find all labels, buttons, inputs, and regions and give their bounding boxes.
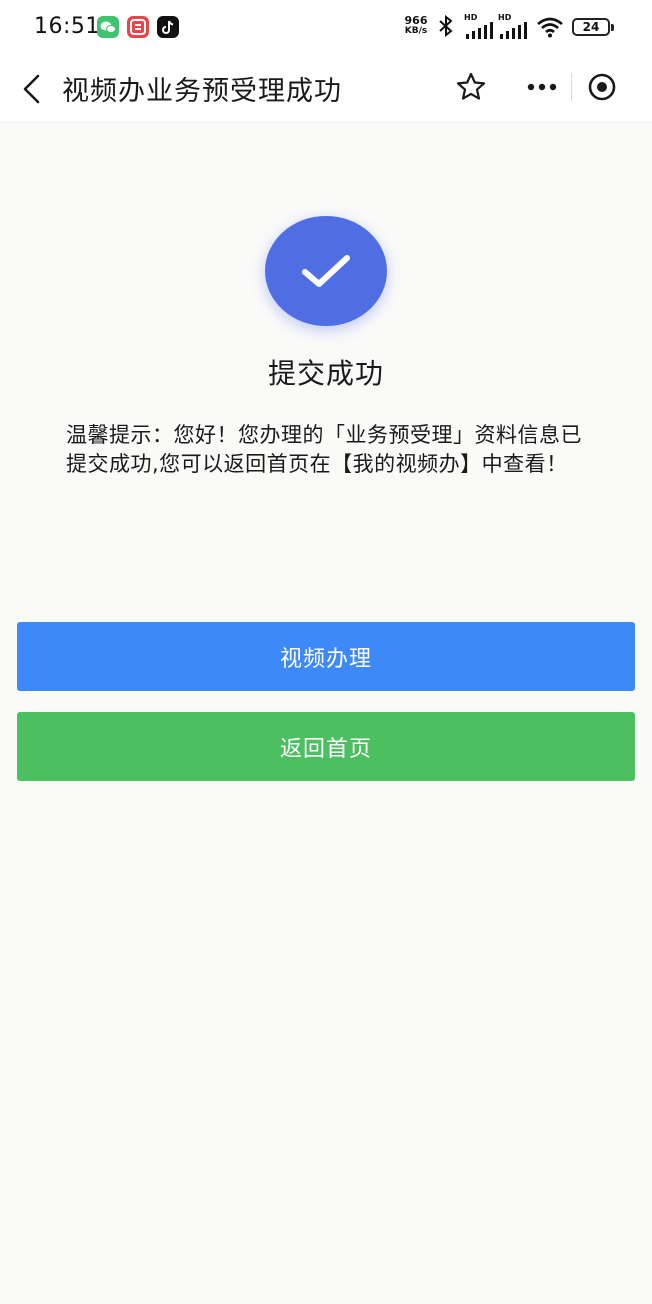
status-bar: 16:51 966 KB/s HD HD 24: [0, 0, 652, 55]
taobao-icon: [127, 16, 149, 38]
network-speed-unit: KB/s: [404, 26, 428, 36]
video-handle-button[interactable]: 视频办理: [17, 622, 635, 691]
battery-icon: 24: [572, 18, 614, 36]
wechat-icon: [97, 16, 119, 38]
signal-2-label: HD: [498, 13, 512, 22]
nav-bar: 视频办业务预受理成功: [0, 55, 652, 123]
status-time: 16:51: [34, 14, 100, 39]
tiktok-icon: [157, 16, 179, 38]
return-home-button[interactable]: 返回首页: [17, 712, 635, 781]
signal-2-icon: HD: [498, 14, 528, 44]
more-icon[interactable]: [521, 69, 571, 105]
star-icon[interactable]: [455, 71, 487, 103]
bluetooth-icon: [439, 14, 453, 38]
check-icon: [302, 255, 350, 287]
signal-1-icon: HD: [464, 14, 494, 44]
back-icon[interactable]: [18, 71, 46, 107]
network-speed: 966 KB/s: [400, 15, 432, 37]
mini-program-capsule: [521, 65, 631, 109]
success-check-badge: [265, 216, 387, 326]
success-title: 提交成功: [267, 357, 384, 390]
close-target-icon[interactable]: [586, 71, 618, 103]
signal-1-label: HD: [464, 13, 478, 22]
capsule-divider: [571, 73, 572, 101]
tip-message: 温馨提示：您好！您办理的「业务预受理」资料信息已提交成功,您可以返回首页在【我的…: [66, 423, 582, 476]
page-title: 视频办业务预受理成功: [62, 76, 342, 107]
wifi-icon: [537, 17, 563, 38]
network-speed-value: 966: [404, 14, 428, 27]
